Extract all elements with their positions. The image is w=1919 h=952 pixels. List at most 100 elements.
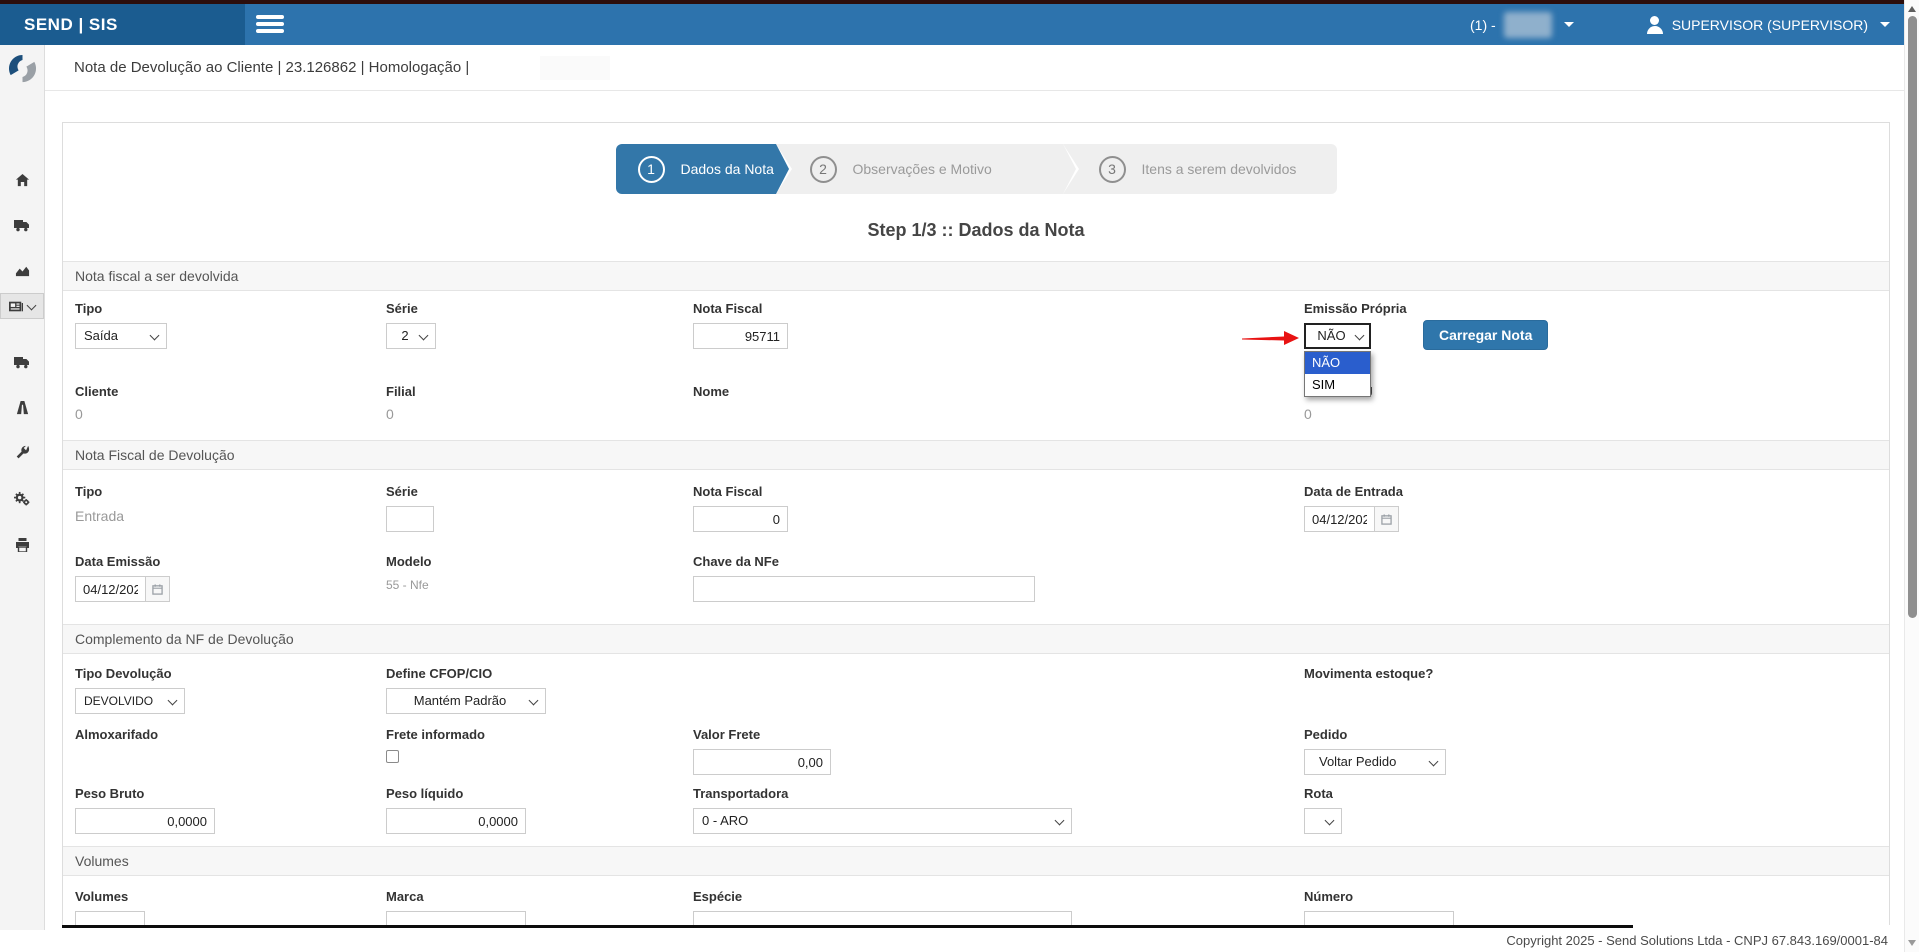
annotation-arrow-icon [1242, 329, 1300, 347]
calendar-icon[interactable] [146, 576, 170, 602]
calendar-icon[interactable] [1375, 506, 1399, 532]
step-label: Dados da Nota [681, 161, 774, 177]
option-sim[interactable]: SIM [1305, 374, 1370, 396]
tab-itens-a-serem-devolvidos[interactable]: 3 Itens a serem devolvidos [1063, 144, 1337, 194]
app-logo [7, 53, 38, 84]
field-nota-fiscal: Nota Fiscal [693, 301, 1304, 369]
section-title-complemento: Complemento da NF de Devolução [63, 624, 1889, 654]
carregar-nota-button[interactable]: Carregar Nota [1423, 320, 1548, 350]
content-cutoff-line [62, 925, 1633, 928]
tipo-devolucao-select[interactable]: DEVOLVIDO [75, 688, 185, 714]
sidebar-item-relatorios[interactable] [0, 248, 44, 292]
field-movimenta-estoque: Movimenta estoque? [1304, 666, 1889, 724]
tab-observacoes-e-motivo[interactable]: 2 Observações e Motivo [776, 144, 1063, 194]
sidebar-item-rotas[interactable] [0, 385, 44, 429]
wrench-icon [15, 445, 30, 460]
brand-block: SEND | SIS [0, 4, 245, 45]
field-emissao-propria: Emissão Própria NÃO NÃO SIM Carregar Not… [1304, 301, 1889, 369]
sidebar-item-ferramentas[interactable] [0, 430, 44, 474]
field-label: Data de Entrada [1304, 484, 1889, 500]
field-peso-bruto: Peso Bruto [75, 786, 386, 846]
chave-nfe-input[interactable] [693, 576, 1035, 602]
sidebar-item-impressao[interactable] [0, 523, 44, 567]
serie-input[interactable] [386, 506, 434, 532]
sidebar-item-home[interactable] [0, 158, 44, 202]
page-title: Step 1/3 :: Dados da Nota [63, 220, 1889, 241]
user-menu[interactable]: SUPERVISOR (SUPERVISOR) [1646, 16, 1890, 34]
field-label: Filial [386, 384, 693, 400]
chevron-down-icon [1880, 22, 1890, 27]
context-label: (1) - [1470, 17, 1496, 33]
especie-input[interactable] [693, 911, 1072, 925]
field-label: Pedido [1304, 727, 1889, 743]
vertical-scrollbar[interactable] [1904, 0, 1919, 952]
breadcrumb: Nota de Devolução ao Cliente | 23.126862… [74, 45, 469, 91]
field-label: Data Emissão [75, 554, 386, 570]
tipo-value: Entrada [75, 508, 386, 524]
field-cnpj: CNPJ 0 [1304, 384, 1889, 440]
tipo-select[interactable]: Saída [75, 323, 167, 349]
wizard-steps: 1 Dados da Nota 2 Observações e Motivo 3… [616, 144, 1337, 194]
pedido-select[interactable]: Voltar Pedido [1304, 749, 1446, 775]
define-cfop-select[interactable]: Mantém Padrão [386, 688, 546, 714]
rota-select[interactable] [1304, 808, 1342, 834]
frete-informado-checkbox[interactable] [386, 750, 399, 763]
nota-fiscal-input[interactable] [693, 323, 788, 349]
user-name: SUPERVISOR (SUPERVISOR) [1672, 17, 1868, 33]
field-filial: Filial 0 [386, 384, 693, 440]
valor-frete-input[interactable] [693, 749, 831, 775]
home-icon [15, 173, 30, 188]
data-entrada-input[interactable] [1304, 506, 1375, 532]
menu-hamburger-icon[interactable] [256, 13, 290, 37]
field-label: Espécie [693, 889, 1304, 905]
option-nao[interactable]: NÃO [1305, 352, 1370, 374]
sidebar-item-transporte[interactable] [0, 340, 44, 384]
field-modelo: Modelo 55 - Nfe [386, 554, 693, 624]
sidebar [0, 45, 45, 952]
scrollbar-up-arrow-icon[interactable] [1908, 6, 1916, 12]
field-label: Movimenta estoque? [1304, 666, 1889, 682]
field-serie: Série 2 [386, 301, 693, 369]
tab-dados-da-nota[interactable]: 1 Dados da Nota [616, 144, 776, 194]
peso-liquido-input[interactable] [386, 808, 526, 834]
field-label: Define CFOP/CIO [386, 666, 693, 682]
volumes-input[interactable] [75, 911, 145, 925]
scrollbar-thumb[interactable] [1908, 16, 1917, 618]
scrollbar-down-arrow-icon[interactable] [1908, 940, 1916, 946]
field-valor-frete: Valor Frete [693, 727, 1304, 783]
field-volumes: Volumes [75, 889, 386, 925]
field-label: Nome [693, 384, 1304, 400]
sidebar-item-notas[interactable] [0, 293, 44, 319]
copyright-text: Copyright 2025 - Send Solutions Ltda - C… [1506, 930, 1888, 952]
field-especie: Espécie [693, 889, 1304, 925]
newspaper-icon [9, 300, 23, 313]
transportadora-select[interactable]: 0 - ARO [693, 808, 1072, 834]
modelo-value: 55 - Nfe [386, 578, 693, 592]
serie-select[interactable]: 2 [386, 323, 436, 349]
field-label: Nota Fiscal [693, 301, 1304, 317]
field-label: Peso líquido [386, 786, 693, 802]
sidebar-item-expedicao[interactable] [0, 203, 44, 247]
context-dropdown[interactable]: (1) - [1470, 12, 1574, 38]
road-icon [15, 400, 30, 415]
emissao-propria-select[interactable]: NÃO [1304, 323, 1371, 349]
field-label: Peso Bruto [75, 786, 386, 802]
field-label: Tipo [75, 301, 386, 317]
data-emissao-input[interactable] [75, 576, 146, 602]
field-rota: Rota [1304, 786, 1889, 846]
field-label: CNPJ [1304, 384, 1889, 400]
chevron-down-icon [1564, 22, 1574, 27]
field-label: Chave da NFe [693, 554, 1304, 570]
marca-input[interactable] [386, 911, 526, 925]
main-form-card: 1 Dados da Nota 2 Observações e Motivo 3… [62, 122, 1890, 925]
field-cliente: Cliente 0 [75, 384, 386, 440]
app-title: SEND | SIS [24, 4, 118, 45]
numero-input[interactable] [1304, 911, 1454, 925]
field-label: Nota Fiscal [693, 484, 1304, 500]
step-number: 2 [810, 156, 837, 183]
sidebar-item-configuracoes[interactable] [0, 476, 44, 520]
peso-bruto-input[interactable] [75, 808, 215, 834]
step-number: 1 [638, 156, 665, 183]
field-data-emissao: Data Emissão [75, 554, 386, 624]
nota-fiscal-devolucao-input[interactable] [693, 506, 788, 532]
